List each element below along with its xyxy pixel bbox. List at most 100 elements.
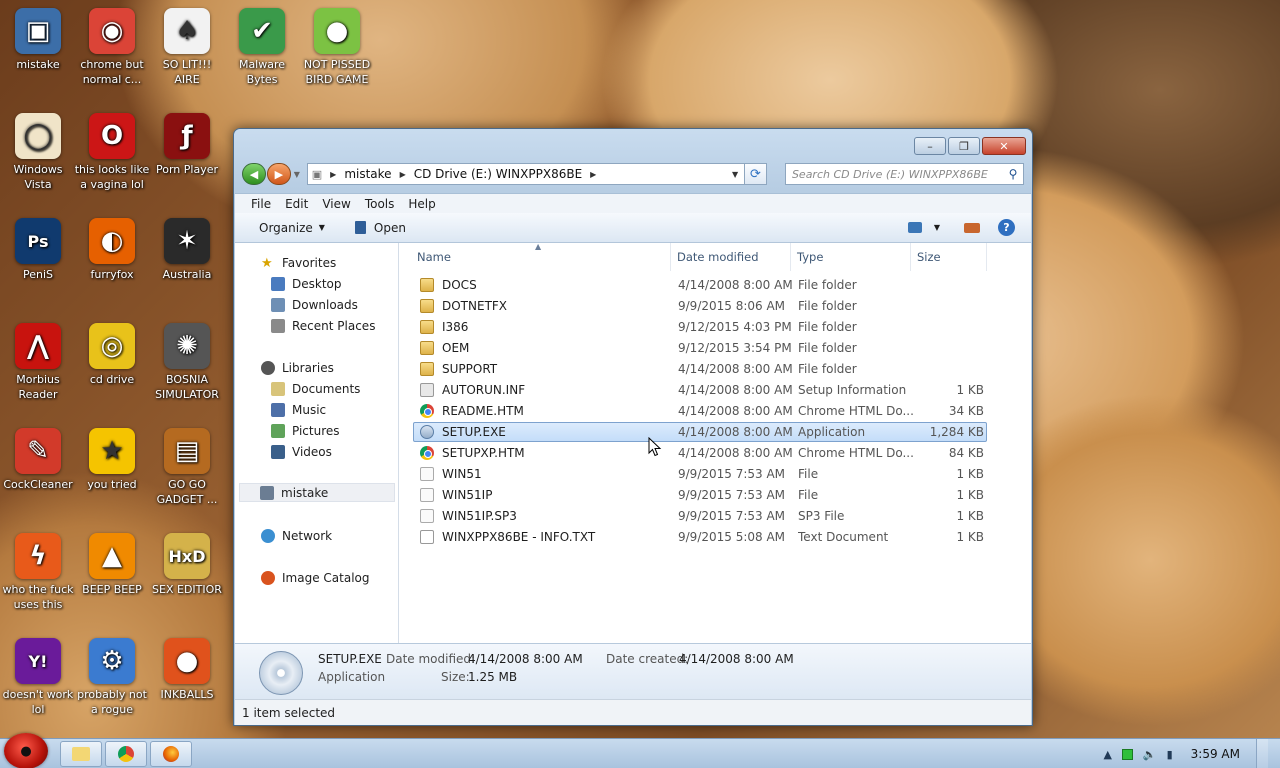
show-desktop-button[interactable] bbox=[1256, 739, 1268, 768]
desktop-icon-computer[interactable]: ▣ mistake bbox=[0, 8, 76, 72]
file-row[interactable]: SETUP.EXE 4/14/2008 8:00 AM Application 1,2… bbox=[413, 422, 987, 442]
nav-recent-places[interactable]: Recent Places bbox=[271, 316, 375, 335]
desktop-icon-pig[interactable]: ● NOT PISSED BIRD GAME bbox=[299, 8, 375, 87]
nav-videos[interactable]: Videos bbox=[271, 442, 332, 461]
menu-edit[interactable]: Edit bbox=[285, 197, 308, 211]
menu-tools[interactable]: Tools bbox=[365, 197, 395, 211]
file-row[interactable]: WIN51IP.SP3 9/9/2015 7:53 AM SP3 File 1 KB bbox=[413, 506, 987, 526]
nav-downloads[interactable]: Downloads bbox=[271, 295, 358, 314]
file-name: I386 bbox=[442, 320, 469, 334]
file-row[interactable]: WIN51IP 9/9/2015 7:53 AM File 1 KB bbox=[413, 485, 987, 505]
breadcrumb-mistake[interactable]: mistake bbox=[344, 167, 391, 181]
desktop-icon-photoshop[interactable]: Ps PeniS bbox=[0, 218, 76, 282]
address-dropdown-icon[interactable]: ▼ bbox=[726, 170, 744, 179]
minimize-button[interactable]: – bbox=[914, 137, 946, 155]
desktop-icon-mine[interactable]: ✺ BOSNIA SIMULATOR bbox=[149, 323, 225, 402]
desktop-icon-briefcase[interactable]: ▤ GO GO GADGET ... bbox=[149, 428, 225, 507]
desktop-icon-label: cd drive bbox=[89, 373, 135, 386]
address-bar[interactable]: ▣ ▶ mistake ▶ CD Drive (E:) WINXPPX86BE … bbox=[306, 163, 746, 185]
search-input[interactable]: Search CD Drive (E:) WINXPPX86BE ⚲ bbox=[784, 163, 1024, 185]
nav-libraries[interactable]: Libraries bbox=[261, 358, 334, 377]
nav-network[interactable]: Network bbox=[261, 526, 332, 545]
details-created-label: Date created: bbox=[606, 652, 689, 666]
desktop-icon-hxd[interactable]: HxD SEX EDITIOR bbox=[149, 533, 225, 597]
taskbar-chrome-button[interactable] bbox=[105, 741, 147, 767]
menu-view[interactable]: View bbox=[322, 197, 350, 211]
breadcrumb-separator-icon[interactable]: ▶ bbox=[590, 170, 596, 179]
file-size: 1 KB bbox=[956, 530, 984, 544]
file-row[interactable]: I386 9/12/2015 4:03 PM File folder bbox=[413, 317, 987, 337]
desktop-icon-lightning[interactable]: ϟ who the fuck uses this bbox=[0, 533, 76, 612]
network-icon[interactable]: ▮ bbox=[1167, 748, 1173, 761]
file-row[interactable]: OEM 9/12/2015 3:54 PM File folder bbox=[413, 338, 987, 358]
desktop-icon-cards[interactable]: ♠ SO LIT!!! AIRE bbox=[149, 8, 225, 87]
file-row[interactable]: README.HTM 4/14/2008 8:00 AM Chrome HTML D… bbox=[413, 401, 987, 421]
desktop-icon-egg[interactable]: ◯ Windows Vista bbox=[0, 113, 76, 192]
nav-desktop[interactable]: Desktop bbox=[271, 274, 342, 293]
search-icon[interactable]: ⚲ bbox=[1003, 167, 1023, 181]
file-row[interactable]: WINXPPX86BE - INFO.TXT 9/9/2015 5:08 AM Te… bbox=[413, 527, 987, 547]
column-header-type[interactable]: Type bbox=[791, 243, 911, 271]
forward-button[interactable]: ▶ bbox=[266, 163, 291, 185]
file-row[interactable]: DOTNETFX 9/9/2015 8:06 AM File folder bbox=[413, 296, 987, 316]
nav-pictures[interactable]: Pictures bbox=[271, 421, 340, 440]
preview-pane-icon[interactable] bbox=[964, 222, 980, 233]
desktop-icon-broom[interactable]: ✎ CockCleaner bbox=[0, 428, 76, 492]
desktop-icon-spider[interactable]: ✶ Australia bbox=[149, 218, 225, 282]
help-icon[interactable]: ? bbox=[998, 219, 1015, 236]
file-row[interactable]: AUTORUN.INF 4/14/2008 8:00 AM Setup Inform… bbox=[413, 380, 987, 400]
clock[interactable]: 3:59 AM bbox=[1191, 747, 1240, 761]
desktop-icon-pdf[interactable]: ⋀ Morbius Reader bbox=[0, 323, 76, 402]
nav-music[interactable]: Music bbox=[271, 400, 326, 419]
desktop-icon-yahoo[interactable]: Y! doesn't work lol bbox=[0, 638, 76, 717]
change-view-icon[interactable] bbox=[908, 222, 922, 233]
view-options-dropdown[interactable]: ▼ bbox=[928, 220, 946, 236]
file-row[interactable]: DOCS 4/14/2008 8:00 AM File folder bbox=[413, 275, 987, 295]
file-row[interactable]: SETUPXP.HTM 4/14/2008 8:00 AM Chrome HTML … bbox=[413, 443, 987, 463]
breadcrumb-cd-drive[interactable]: CD Drive (E:) WINXPPX86BE bbox=[414, 167, 582, 181]
file-type: Setup Information bbox=[798, 383, 907, 397]
file-row[interactable]: WIN51 9/9/2015 7:53 AM File 1 KB bbox=[413, 464, 987, 484]
taskbar-firefox-button[interactable] bbox=[150, 741, 192, 767]
breadcrumb-separator-icon[interactable]: ▶ bbox=[330, 170, 336, 179]
desktop-icon bbox=[271, 276, 285, 291]
breadcrumb-separator-icon[interactable]: ▶ bbox=[400, 170, 406, 179]
desktop-icon-ball[interactable]: ● INKBALLS bbox=[149, 638, 225, 702]
start-button[interactable]: ● bbox=[4, 733, 48, 768]
desktop-icon-shield[interactable]: ✔ Malware Bytes bbox=[224, 8, 300, 87]
file-date-modified: 9/9/2015 7:53 AM bbox=[678, 509, 786, 523]
desktop-icon-opera[interactable]: Othis looks like a vagina lol bbox=[74, 113, 150, 192]
show-hidden-icons-icon[interactable]: ▲ bbox=[1103, 748, 1111, 761]
recent-pages-dropdown[interactable]: ▼ bbox=[291, 170, 303, 179]
desktop-icon-cd[interactable]: ◎ cd drive bbox=[74, 323, 150, 387]
nav-image-catalog[interactable]: Image Catalog bbox=[261, 568, 369, 587]
desktop-icon-flash[interactable]: ƒ Porn Player bbox=[149, 113, 225, 177]
nav-favorites[interactable]: ★ Favorites bbox=[261, 253, 336, 272]
desktop-icon-vlc[interactable]: ▲ BEEP BEEP bbox=[74, 533, 150, 597]
documents-icon bbox=[271, 381, 285, 396]
column-header-date[interactable]: Date modified bbox=[671, 243, 791, 271]
shield-icon: ✔ bbox=[239, 8, 285, 54]
column-header-size[interactable]: Size bbox=[911, 243, 987, 271]
maximize-button[interactable]: ❐ bbox=[948, 137, 980, 155]
nav-homegroup-mistake[interactable]: mistake bbox=[239, 483, 395, 502]
taskbar-explorer-button[interactable] bbox=[60, 741, 102, 767]
battery-icon[interactable] bbox=[1121, 748, 1133, 760]
back-button[interactable]: ◀ bbox=[242, 163, 266, 185]
refresh-button[interactable]: ⟳ bbox=[745, 163, 767, 185]
nav-documents[interactable]: Documents bbox=[271, 379, 360, 398]
open-button[interactable]: Open bbox=[354, 221, 406, 235]
file-row[interactable]: SUPPORT 4/14/2008 8:00 AM File folder bbox=[413, 359, 987, 379]
desktop-icon-chrome[interactable]: ◉ chrome but normal c... bbox=[74, 8, 150, 87]
folder-icon bbox=[420, 362, 434, 376]
file-name: WIN51IP.SP3 bbox=[442, 509, 517, 523]
desktop-icon-gears[interactable]: ⚙ probably not a rogue bbox=[74, 638, 150, 717]
hxd-icon: HxD bbox=[164, 533, 210, 579]
desktop-icon-star[interactable]: ★ you tried bbox=[74, 428, 150, 492]
volume-icon[interactable]: 🔈 bbox=[1143, 748, 1157, 761]
close-button[interactable]: ✕ bbox=[982, 137, 1026, 155]
menu-file[interactable]: File bbox=[251, 197, 271, 211]
organize-button[interactable]: Organize ▼ bbox=[259, 221, 325, 235]
desktop-icon-firefox[interactable]: ◐ furryfox bbox=[74, 218, 150, 282]
menu-help[interactable]: Help bbox=[408, 197, 435, 211]
